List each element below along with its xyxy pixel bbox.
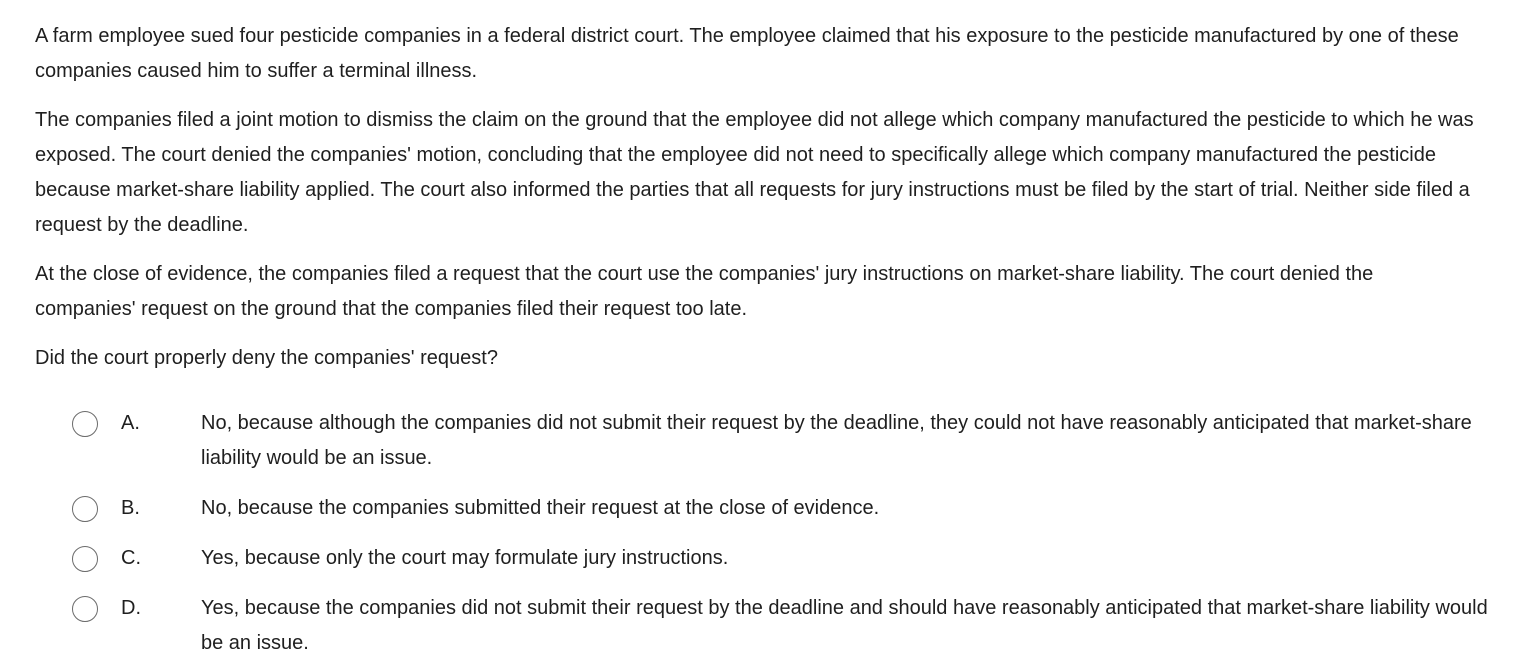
question-paragraph-1: A farm employee sued four pesticide comp…	[35, 25, 1459, 82]
option-letter: D.	[121, 597, 141, 619]
answer-option-c[interactable]: C. Yes, because only the court may formu…	[72, 541, 1492, 576]
option-text: No, because the companies submitted thei…	[201, 497, 880, 519]
option-text: Yes, because the companies did not submi…	[201, 597, 1488, 654]
radio-button-a[interactable]	[72, 411, 98, 437]
question-prompt: Did the court properly deny the companie…	[35, 347, 498, 369]
option-letter: B.	[121, 497, 140, 519]
answer-option-d[interactable]: D. Yes, because the companies did not su…	[72, 591, 1492, 661]
option-text: Yes, because only the court may formulat…	[201, 547, 729, 569]
question-stem: A farm employee sued four pesticide comp…	[35, 19, 1475, 390]
question-paragraph-3: At the close of evidence, the companies …	[35, 263, 1374, 320]
option-letter: C.	[121, 547, 141, 569]
radio-button-d[interactable]	[72, 596, 98, 622]
radio-button-c[interactable]	[72, 546, 98, 572]
radio-button-b[interactable]	[72, 496, 98, 522]
option-text: No, because although the companies did n…	[201, 412, 1472, 469]
answer-option-b[interactable]: B. No, because the companies submitted t…	[72, 491, 1492, 526]
answer-option-a[interactable]: A. No, because although the companies di…	[72, 406, 1492, 476]
question-paragraph-2: The companies filed a joint motion to di…	[35, 109, 1474, 236]
option-letter: A.	[121, 412, 140, 434]
answer-options: A. No, because although the companies di…	[72, 406, 1492, 661]
